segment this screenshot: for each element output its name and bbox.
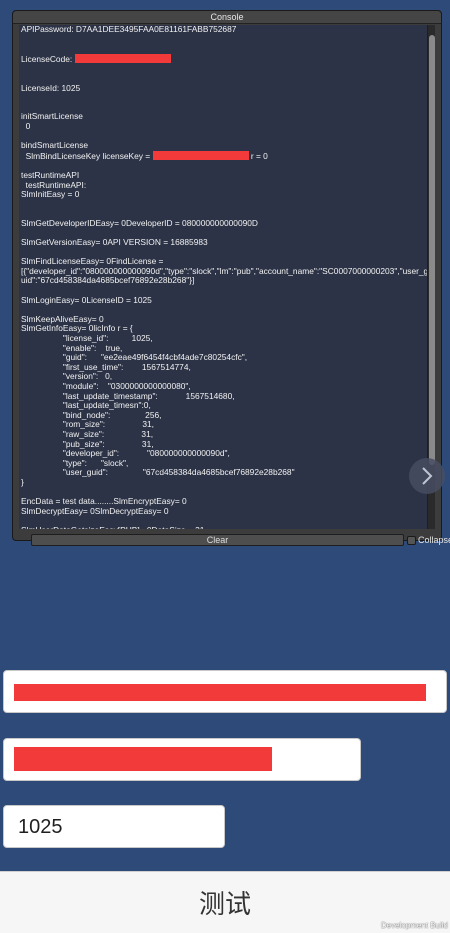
console-log-line: APIPassword: D7AA1DEE3495FAA0E81161FABB7… (21, 25, 237, 34)
console-log-line: LicenseId: 1025 (21, 82, 81, 93)
console-title: Console (13, 11, 441, 24)
console-log-line: } (21, 476, 24, 487)
collapse-checkbox[interactable] (407, 535, 416, 545)
console-log-line (21, 93, 425, 103)
console-scroll-thumb[interactable] (429, 35, 435, 465)
console-log: APIPassword: D7AA1DEE3495FAA0E81161FABB7… (21, 25, 428, 529)
console-log-line: initSmartLicense (21, 111, 83, 122)
clear-button[interactable]: Clear (31, 534, 404, 546)
console-log-line: SlmBindLicenseKey licenseKey = r = 0 (21, 150, 268, 161)
console-window: Console APIPassword: D7AA1DEE3495FAA0E81… (12, 10, 450, 546)
console-log-line (21, 200, 425, 210)
development-build-label: Development Build (380, 921, 448, 930)
license-code-field[interactable] (3, 738, 361, 781)
console-log-line: SlmLoginEasy= 0LicenseID = 1025 (21, 294, 152, 305)
console-log-line (21, 74, 425, 84)
console-log-line: uid":"67cd458384da4685bcef76892e28b268"}… (21, 275, 195, 286)
license-id-field[interactable]: 1025 (3, 805, 225, 848)
redacted-value (14, 684, 426, 701)
redacted-value (14, 747, 272, 771)
bind-result: r = 0 (248, 150, 268, 161)
console-log-line: SlmDecryptEasy= 0SlmDecryptEasy= 0 (21, 505, 169, 516)
console-log-line: SlmGetDeveloperIDEasy= 0DeveloperID = 08… (21, 217, 258, 228)
redacted-value (74, 53, 171, 63)
console-log-line (21, 44, 425, 54)
console-log-line: "user_guid": "67cd458384da4685bcef76892e… (21, 467, 295, 478)
console-log-line: SlmUserDataGetsizeEasy[PUB]= 0DataSize =… (21, 525, 425, 529)
console-log-line: testRuntimeAPI: (21, 179, 87, 190)
license-password-field[interactable] (3, 670, 447, 713)
console-log-line: bindSmartLicense (21, 140, 89, 151)
console-log-line: SlmInitEasy = 0 (21, 189, 80, 200)
redacted-value (152, 150, 249, 160)
console-scrollbar[interactable] (427, 25, 435, 529)
collapse-toggle[interactable]: Collapse (407, 534, 450, 546)
console-log-line (21, 161, 425, 171)
console-log-line: SlmGetVersionEasy= 0API VERSION = 168859… (21, 237, 208, 248)
license-id-value: 1025 (18, 816, 63, 838)
next-page-button[interactable] (409, 458, 445, 494)
console-log-area[interactable]: APIPassword: D7AA1DEE3495FAA0E81161FABB7… (19, 25, 428, 529)
console-log-line: LicenseCode: (21, 53, 425, 65)
console-log-line (21, 64, 425, 74)
chevron-right-icon (422, 467, 433, 485)
console-log-line: 0 (21, 120, 31, 131)
collapse-label: Collapse (418, 535, 450, 545)
console-log-line (21, 35, 425, 45)
